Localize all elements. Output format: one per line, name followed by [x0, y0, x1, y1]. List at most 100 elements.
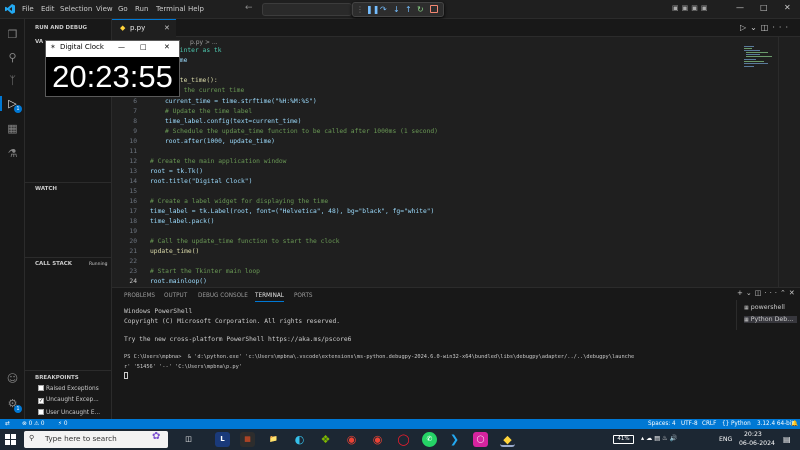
windows-start-icon[interactable] [5, 434, 16, 445]
tab-terminal[interactable]: TERMINAL [255, 293, 284, 302]
breakpoint-uncaught-exceptions[interactable]: ✓ Uncaught Excep... [38, 397, 99, 404]
menu-selection[interactable]: Selection [60, 0, 92, 19]
opera-icon[interactable]: ◯ [396, 432, 411, 447]
menu-file[interactable]: File [22, 0, 34, 19]
remote-icon[interactable]: ⇄ [5, 419, 10, 429]
search-icon: ⚲ [29, 434, 35, 442]
minimap[interactable] [744, 45, 774, 69]
vscode-taskbar-icon[interactable]: ❯ [447, 432, 462, 447]
checkbox-checked[interactable]: ✓ [38, 398, 44, 404]
step-out-icon[interactable]: ↑ [405, 4, 412, 16]
checkbox[interactable] [38, 409, 44, 415]
title-bar: File Edit Selection View Go Run Terminal… [0, 0, 800, 19]
checkbox[interactable] [38, 385, 44, 391]
breakpoint-raised-exceptions[interactable]: Raised Exceptions [38, 385, 99, 392]
close-icon[interactable]: ✕ [784, 3, 791, 12]
clock-minimize-icon[interactable]: — [118, 43, 125, 51]
restart-icon[interactable]: ↻ [417, 4, 424, 16]
terminal-icon: ▦ [744, 305, 749, 311]
status-bar: ⇄ ⊗ 0 ⚠ 0 ⚡ 0 Spaces: 4 UTF-8 CRLF {} Py… [0, 419, 800, 429]
watch-header[interactable]: WATCH [35, 186, 57, 192]
menu-go[interactable]: Go [118, 0, 128, 19]
notifications-bell-icon[interactable]: 🔔 [791, 419, 798, 429]
encoding-status[interactable]: UTF-8 [681, 419, 698, 429]
breakpoint-user-uncaught[interactable]: User Uncaught E... [38, 409, 100, 416]
drag-handle-icon[interactable]: ⋮ [356, 4, 364, 16]
tab-p-py[interactable]: ◆ p.py ✕ [112, 19, 176, 37]
nav-back-forward[interactable]: ← [245, 3, 253, 13]
terminal-line: Copyright (C) Microsoft Corporation. All… [124, 318, 341, 325]
tab-ports[interactable]: PORTS [294, 293, 313, 299]
source-control-icon[interactable]: ᛉ [5, 73, 20, 88]
editor-scrollbar[interactable] [778, 37, 788, 287]
indentation-status[interactable]: Spaces: 4 [648, 419, 676, 429]
pause-icon[interactable]: ❚❚ [366, 4, 379, 16]
tray-icons[interactable]: ▴ ☁ ▤ ♨ 🔊 [641, 434, 677, 442]
ports-status[interactable]: ⚡ 0 [58, 419, 67, 429]
variables-header[interactable]: VA [35, 39, 43, 45]
taskbar-time[interactable]: 20:23 [744, 431, 762, 438]
chrome-icon[interactable]: ◉ [344, 432, 359, 447]
account-icon[interactable]: ☺ [5, 371, 20, 386]
instagram-icon[interactable]: ◯ [473, 432, 488, 447]
code-line-13: root = tk.Tk() [150, 168, 204, 175]
step-over-icon[interactable]: ↷ [380, 4, 387, 16]
extensions-icon[interactable]: ▦ [5, 121, 20, 136]
notification-center-icon[interactable]: ▤ [783, 435, 791, 444]
callstack-header[interactable]: CALL STACK [35, 261, 72, 267]
terminal-line: Windows PowerShell [124, 308, 193, 315]
panel-actions-icon[interactable]: +⌄◫···⌃✕ [737, 289, 798, 297]
breakpoints-header[interactable]: BREAKPOINTS [35, 375, 79, 381]
command-center-search[interactable] [262, 3, 352, 16]
taskbar-search-box[interactable]: ⚲ Type here to search ✿ [24, 431, 168, 448]
menu-help[interactable]: Help [188, 0, 204, 19]
tab-output[interactable]: OUTPUT [164, 293, 187, 299]
interpreter-status[interactable]: 3.12.4 64-bit [757, 419, 794, 429]
line-number: 22 [129, 258, 137, 265]
python-taskbar-icon[interactable]: ◆ [500, 432, 515, 447]
taskbar-date[interactable]: 06-06-2024 [739, 440, 775, 447]
minimize-icon[interactable]: — [736, 3, 744, 12]
task-view-icon[interactable]: ◫ [181, 432, 196, 447]
run-and-more-actions-icon[interactable]: ▷⌄◫··· [740, 23, 792, 32]
clock-window-titlebar[interactable]: ✶ Digital Clock — □ ✕ [46, 41, 179, 57]
language-status[interactable]: Python [731, 419, 751, 429]
code-line-9: # Schedule the update_time function to b… [165, 128, 438, 135]
language-indicator[interactable]: ENG [719, 436, 732, 443]
edge-browser-icon[interactable]: ◐ [292, 432, 307, 447]
microsoft-store-icon[interactable]: ▦ [240, 432, 255, 447]
terminal-command-cont: r' '51456' '--' 'C:\Users\mpbna\p.py' [124, 364, 242, 370]
whatsapp-icon[interactable]: ✆ [422, 432, 437, 447]
maximize-icon[interactable]: □ [760, 3, 768, 12]
step-into-icon[interactable]: ↓ [393, 4, 400, 16]
explorer-icon[interactable]: ❐ [5, 27, 20, 42]
digital-clock-window[interactable]: ✶ Digital Clock — □ ✕ 20:23:55 [45, 40, 180, 97]
testing-icon[interactable]: ⚗ [5, 146, 20, 161]
eol-status[interactable]: CRLF [702, 419, 716, 429]
menu-run[interactable]: Run [135, 0, 148, 19]
menu-view[interactable]: View [96, 0, 113, 19]
braces-icon[interactable]: {} [722, 419, 729, 429]
tab-debug-console[interactable]: DEBUG CONSOLE [198, 293, 248, 299]
line-number: 12 [129, 158, 137, 165]
chrome-profile-icon[interactable]: ◉ [370, 432, 385, 447]
tab-close-icon[interactable]: ✕ [164, 24, 170, 32]
breadcrumb[interactable]: p.py > ... [190, 39, 218, 46]
app-l-icon[interactable]: L [215, 432, 230, 447]
file-explorer-icon[interactable]: 📁 [266, 432, 281, 447]
editor-tab-bar: ◆ p.py ✕ ▷⌄◫··· [112, 19, 800, 37]
layout-controls-icon[interactable]: ▣▣▣▣ [672, 4, 710, 12]
problems-status[interactable]: ⊗ 0 ⚠ 0 [22, 419, 45, 429]
terminal-list-item-active[interactable]: ▦ Python Deb... [744, 316, 798, 323]
tab-problems[interactable]: PROBLEMS [124, 293, 155, 299]
search-icon[interactable]: ⚲ [5, 50, 20, 65]
menu-terminal[interactable]: Terminal [156, 0, 186, 19]
clock-maximize-icon[interactable]: □ [140, 43, 147, 51]
menu-edit[interactable]: Edit [41, 0, 55, 19]
python-file-icon: ◆ [120, 24, 126, 32]
battery-indicator[interactable]: 41% [613, 435, 634, 444]
terminal-list-item[interactable]: ▦ powershell [744, 304, 785, 311]
stop-icon[interactable] [430, 5, 438, 13]
app-green-icon[interactable]: ❖ [318, 432, 333, 447]
clock-close-icon[interactable]: ✕ [164, 43, 170, 51]
